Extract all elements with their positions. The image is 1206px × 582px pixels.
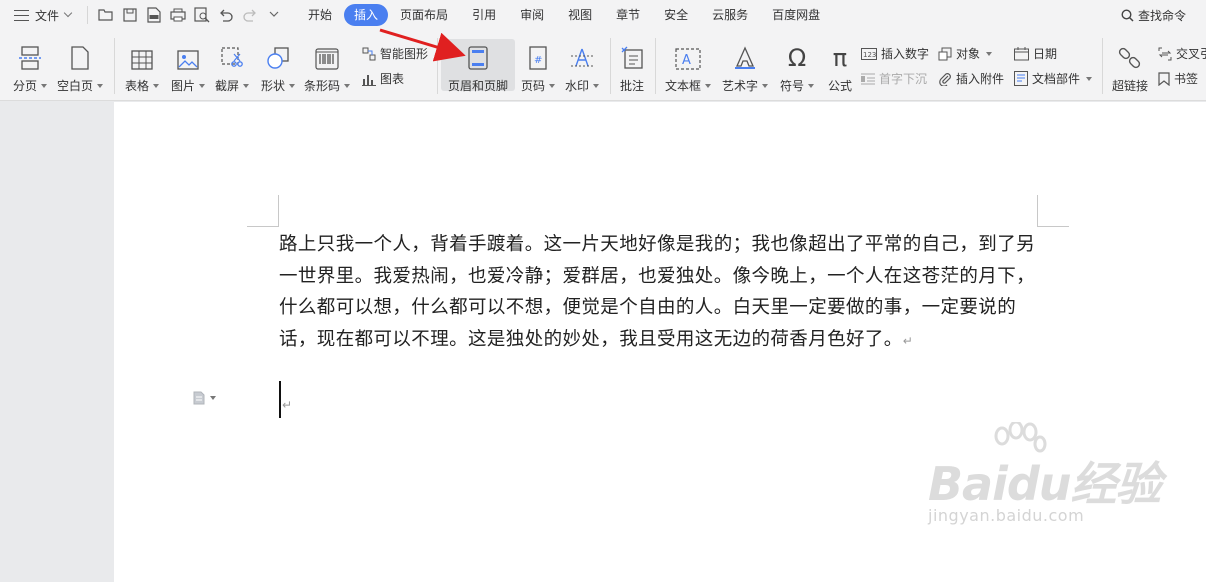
watermark-url: jingyan.baidu.com (928, 506, 1085, 525)
paragraph-mark: ↵ (902, 333, 914, 348)
margin-corner-top-left (247, 195, 279, 227)
baidu-paw-icon (994, 422, 1047, 453)
baidu-jingyan-watermark: Baidu经验 jingyan.baidu.com (928, 422, 1162, 525)
document-icon (193, 391, 205, 405)
watermark-brand: Baidu经验 (928, 457, 1162, 511)
text-cursor (279, 381, 281, 418)
chevron-down-icon (210, 396, 216, 400)
paragraph-text: 路上只我一个人，背着手踱着。这一片天地好像是我的；我也像超出了平常的自己，到了另… (279, 234, 1036, 350)
paragraph-layout-handle[interactable] (193, 391, 216, 405)
empty-paragraph-mark: ↵ (282, 398, 293, 412)
document-body[interactable]: 路上只我一个人，背着手踱着。这一片天地好像是我的；我也像超出了平常的自己，到了另… (279, 229, 1039, 357)
margin-corner-top-right (1037, 195, 1069, 227)
